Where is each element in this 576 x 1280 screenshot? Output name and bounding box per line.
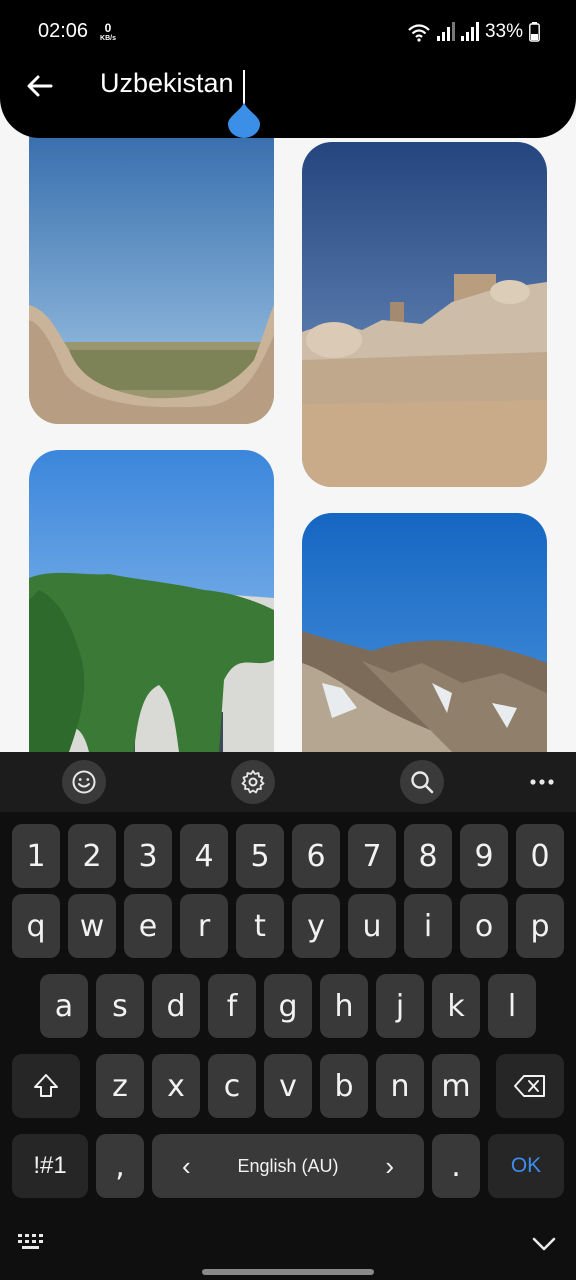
key-e[interactable]: e [124, 894, 172, 958]
key-g[interactable]: g [264, 974, 312, 1038]
backspace-key[interactable] [496, 1054, 564, 1118]
clock: 02:06 [38, 20, 89, 42]
key-j[interactable]: j [376, 974, 424, 1038]
keyboard-settings-button[interactable] [231, 760, 275, 804]
more-options-button[interactable] [520, 762, 564, 802]
key-o[interactable]: o [460, 894, 508, 958]
key-d[interactable]: d [152, 974, 200, 1038]
key-n[interactable]: n [376, 1054, 424, 1118]
signal-icon-2 [460, 22, 479, 41]
symbols-key[interactable]: !#1 [12, 1134, 88, 1198]
key-i[interactable]: i [404, 894, 452, 958]
hide-keyboard-icon[interactable] [530, 1232, 558, 1256]
key-k[interactable]: k [432, 974, 480, 1038]
cursor-handle[interactable] [228, 102, 260, 138]
key-p[interactable]: p [516, 894, 564, 958]
key-4[interactable]: 4 [180, 824, 228, 888]
search-icon [411, 771, 434, 794]
key-z[interactable]: z [96, 1054, 144, 1118]
space-language-label: English (AU) [237, 1155, 339, 1176]
arrow-left-icon [27, 75, 53, 97]
emoji-button[interactable] [62, 760, 106, 804]
result-image-khiva-old-city[interactable] [302, 142, 547, 487]
keyboard-toolbar [0, 752, 576, 812]
status-icons: 33% [407, 18, 540, 46]
network-speed-value: 0 [104, 21, 112, 35]
on-screen-keyboard: 1 2 3 4 5 6 7 8 9 0 q w e r t y u i o p … [0, 752, 576, 1280]
result-image-desert-fortress[interactable] [29, 110, 274, 424]
key-w[interactable]: w [68, 894, 116, 958]
shift-icon [34, 1074, 58, 1097]
settings-icon [241, 770, 265, 794]
network-speed-unit: KB/s [100, 35, 116, 42]
key-m[interactable]: m [432, 1054, 480, 1118]
key-2[interactable]: 2 [68, 824, 116, 888]
key-0[interactable]: 0 [516, 824, 564, 888]
wifi-icon [408, 24, 430, 42]
key-u[interactable]: u [348, 894, 396, 958]
ok-key[interactable]: OK [488, 1134, 564, 1198]
key-7[interactable]: 7 [348, 824, 396, 888]
key-s[interactable]: s [96, 974, 144, 1038]
result-image-snowy-mountain[interactable] [302, 513, 547, 752]
signal-icon [436, 22, 455, 41]
key-5[interactable]: 5 [236, 824, 284, 888]
language-next-arrow: › [385, 1150, 394, 1181]
keyboard-search-button[interactable] [400, 760, 444, 804]
key-b[interactable]: b [320, 1054, 368, 1118]
key-q[interactable]: q [12, 894, 60, 958]
status-bar: 02:06 0 KB/s 33% [0, 0, 576, 64]
key-y[interactable]: y [292, 894, 340, 958]
key-3[interactable]: 3 [124, 824, 172, 888]
period-key[interactable]: . [432, 1134, 480, 1198]
key-l[interactable]: l [488, 974, 536, 1038]
navigation-handle[interactable] [202, 1269, 374, 1275]
key-f[interactable]: f [208, 974, 256, 1038]
search-input[interactable]: Uzbekistan [100, 68, 234, 99]
key-c[interactable]: c [208, 1054, 256, 1118]
language-prev-arrow: ‹ [182, 1150, 191, 1181]
key-h[interactable]: h [320, 974, 368, 1038]
more-icon [530, 779, 554, 785]
battery-icon [529, 22, 540, 42]
text-cursor [243, 70, 245, 104]
key-6[interactable]: 6 [292, 824, 340, 888]
key-9[interactable]: 9 [460, 824, 508, 888]
key-r[interactable]: r [180, 894, 228, 958]
space-key[interactable]: ‹ English (AU) › [152, 1134, 424, 1198]
emoji-icon [72, 770, 96, 794]
result-image-ivy-building[interactable] [29, 450, 274, 752]
search-header: 02:06 0 KB/s 33% Uzbekistan [0, 0, 576, 138]
back-button[interactable] [24, 70, 56, 102]
network-speed: 0 KB/s [96, 22, 120, 42]
battery-percent: 33% [484, 21, 523, 42]
keyboard-bottom-bar [0, 1212, 576, 1280]
key-1[interactable]: 1 [12, 824, 60, 888]
key-8[interactable]: 8 [404, 824, 452, 888]
keyboard-switch-icon[interactable] [16, 1232, 48, 1256]
key-v[interactable]: v [264, 1054, 312, 1118]
key-x[interactable]: x [152, 1054, 200, 1118]
key-a[interactable]: a [40, 974, 88, 1038]
key-t[interactable]: t [236, 894, 284, 958]
backspace-icon [514, 1075, 545, 1097]
shift-key[interactable] [12, 1054, 80, 1118]
comma-key[interactable]: , [96, 1134, 144, 1198]
